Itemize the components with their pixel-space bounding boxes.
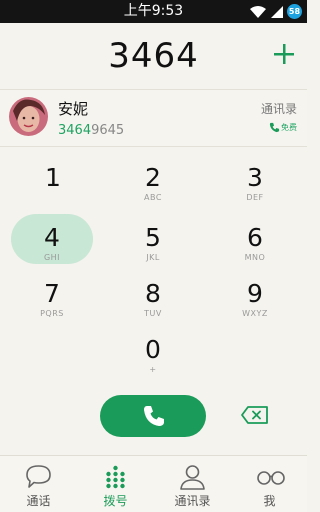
wifi-icon xyxy=(250,5,266,18)
phone-icon xyxy=(144,406,164,426)
dialpad-icon xyxy=(106,465,125,489)
key-7[interactable]: 7 PQRS xyxy=(11,279,93,329)
key-4[interactable]: 4 GHI xyxy=(11,214,93,264)
battery-icon: 58 xyxy=(287,4,302,19)
tab-label: 拨号 xyxy=(103,494,128,508)
add-contact-button[interactable] xyxy=(271,41,297,67)
key-8[interactable]: 8 TUV xyxy=(112,279,194,329)
free-call-label: 免费 xyxy=(281,122,297,132)
key-digit: 9 xyxy=(247,279,263,308)
key-letters: + xyxy=(149,365,157,374)
backspace-icon[interactable] xyxy=(240,404,270,426)
key-5[interactable]: 5 JKL xyxy=(112,223,194,273)
signal-icon xyxy=(271,5,283,18)
key-digit: 1 xyxy=(45,163,61,192)
dialed-number[interactable]: 3464 xyxy=(0,34,307,78)
chat-bubble-icon xyxy=(26,465,51,488)
number-display-area: 3464 xyxy=(0,23,307,89)
person-icon xyxy=(180,465,205,490)
avatar xyxy=(9,97,48,136)
key-letters: DEF xyxy=(246,193,264,202)
contact-name: 安妮 xyxy=(58,100,89,118)
key-digit: 7 xyxy=(44,279,60,308)
key-digit: 3 xyxy=(247,163,263,192)
tab-label: 通讯录 xyxy=(174,494,211,508)
tab-contacts[interactable]: 通讯录 xyxy=(154,456,231,512)
contact-number: 34649645 xyxy=(58,122,124,139)
key-digit: 5 xyxy=(145,223,161,252)
call-button[interactable] xyxy=(100,395,206,437)
contact-number-match: 3464 xyxy=(58,123,92,138)
key-letters: GHI xyxy=(43,253,61,262)
status-bar: 上午9:53 58 xyxy=(0,0,307,23)
tab-dialer[interactable]: 拨号 xyxy=(77,456,154,512)
key-3[interactable]: 3 DEF xyxy=(214,163,296,213)
tab-me[interactable]: 我 xyxy=(231,456,308,512)
bottom-nav: 通话 拨号 通讯录 我 xyxy=(0,455,307,512)
key-digit: 4 xyxy=(44,223,60,252)
key-digit: 2 xyxy=(145,163,161,192)
contact-number-rest: 9645 xyxy=(91,123,125,138)
contacts-link[interactable]: 通讯录 xyxy=(261,101,297,117)
phone-icon xyxy=(269,122,280,133)
key-9[interactable]: 9 WXYZ xyxy=(214,279,296,329)
key-letters: WXYZ xyxy=(242,309,268,318)
key-letters: JKL xyxy=(146,253,160,262)
key-2[interactable]: 2 ABC xyxy=(112,163,194,213)
glasses-icon xyxy=(257,471,285,485)
tab-label: 通话 xyxy=(26,494,51,508)
key-digit: 8 xyxy=(145,279,161,308)
status-icons: 58 xyxy=(249,3,302,20)
contact-suggestion[interactable]: 安妮 34649645 通讯录 免费 xyxy=(0,89,307,147)
key-digit: 6 xyxy=(247,223,263,252)
tab-label: 我 xyxy=(263,494,276,508)
key-letters: TUV xyxy=(144,309,162,318)
free-call-button[interactable]: 免费 xyxy=(269,122,297,133)
tab-calls[interactable]: 通话 xyxy=(0,456,77,512)
keypad: 1 2 ABC 3 DEF 4 GHI 5 JKL 6 MNO 7 PQRS 8… xyxy=(0,147,307,380)
key-letters: ABC xyxy=(144,193,162,202)
key-letters: PQRS xyxy=(40,309,64,318)
key-letters: MNO xyxy=(244,253,266,262)
key-1[interactable]: 1 xyxy=(12,163,94,213)
key-0[interactable]: 0 + xyxy=(112,335,194,385)
key-digit: 0 xyxy=(145,335,161,364)
key-6[interactable]: 6 MNO xyxy=(214,223,296,273)
